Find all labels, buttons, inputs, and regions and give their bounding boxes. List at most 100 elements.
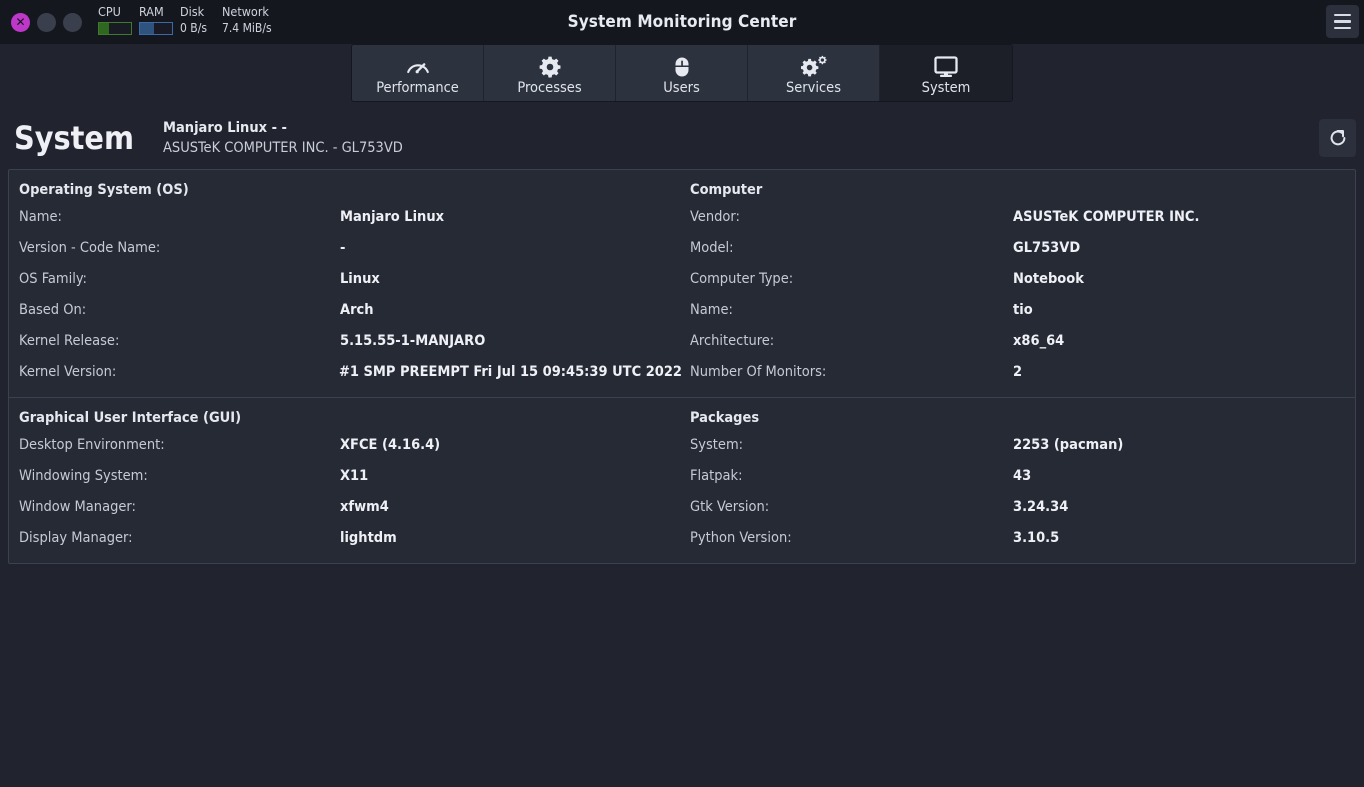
info-cell-left: Based On: Arch: [9, 301, 682, 319]
main-tabbar: Performance Processes Users Services Sys…: [351, 44, 1013, 102]
info-cell-right: Architecture: x86_64: [682, 332, 1355, 350]
info-value: 43: [1013, 467, 1032, 484]
disk-label: Disk: [180, 4, 205, 19]
info-cell-right: Python Version: 3.10.5: [682, 529, 1355, 547]
info-value: xfwm4: [340, 498, 389, 515]
info-value: 2253 (pacman): [1013, 436, 1124, 453]
info-key: Architecture:: [690, 332, 775, 349]
monitor-icon: [933, 55, 959, 79]
info-row: OS Family: Linux Computer Type: Notebook: [9, 263, 1355, 294]
tab-processes[interactable]: Processes: [484, 45, 616, 101]
info-cell-left: Display Manager: lightdm: [9, 529, 682, 547]
disk-monitor[interactable]: Disk 0 B/s: [180, 5, 222, 35]
info-key: OS Family:: [19, 270, 87, 287]
tab-performance[interactable]: Performance: [352, 45, 484, 101]
info-cell-left: Window Manager: xfwm4: [9, 498, 682, 516]
network-label: Network: [222, 4, 269, 19]
info-cell-right: System: 2253 (pacman): [682, 436, 1355, 454]
info-cell-left: Version - Code Name: -: [9, 239, 682, 257]
tab-performance-label: Performance: [376, 79, 459, 96]
info-value: Manjaro Linux: [340, 208, 445, 225]
info-row: Version - Code Name: - Model: GL753VD: [9, 232, 1355, 263]
info-row: Display Manager: lightdm Python Version: 3.…: [9, 522, 1355, 553]
minimize-button[interactable]: [37, 12, 56, 32]
cpu-monitor[interactable]: CPU: [98, 5, 139, 35]
tab-processes-label: Processes: [517, 79, 582, 96]
info-group-headings: Graphical User Interface (GUI) Packages: [9, 398, 1355, 429]
info-key: Kernel Release:: [19, 332, 120, 349]
tab-services[interactable]: Services: [748, 45, 880, 101]
info-key: Computer Type:: [690, 270, 794, 287]
two-gears-icon: [800, 55, 827, 79]
info-key: Windowing System:: [19, 467, 148, 484]
speedometer-icon: [405, 55, 431, 79]
page-subtitle: Manjaro Linux - - ASUSTeK COMPUTER INC. …: [163, 118, 403, 158]
info-groups: Operating System (OS) Computer Name: Manjar…: [9, 170, 1355, 563]
info-cell-right: Model: GL753VD: [682, 239, 1355, 257]
info-group-heading-left: Graphical User Interface (GUI): [19, 410, 242, 426]
info-rows: Name: Manjaro Linux Vendor: ASUSTeK COMPUTE…: [9, 201, 1355, 397]
cpu-label: CPU: [98, 4, 121, 19]
info-value: #1 SMP PREEMPT Fri Jul 15 09:45:39 UTC 2…: [338, 363, 682, 380]
info-value: 3.10.5: [1013, 529, 1060, 546]
info-cell-right: Name: tio: [682, 301, 1355, 319]
info-rows: Desktop Environment: XFCE (4.16.4) System:…: [9, 429, 1355, 563]
network-monitor[interactable]: Network 7.4 MiB/s: [222, 5, 292, 35]
info-value: Notebook: [1013, 270, 1084, 287]
info-key: Based On:: [19, 301, 87, 318]
info-value: Arch: [340, 301, 374, 318]
info-key: Name:: [19, 208, 62, 225]
info-key: Gtk Version:: [690, 498, 770, 515]
info-key: Desktop Environment:: [19, 436, 165, 453]
info-cell-right: Vendor: ASUSTeK COMPUTER INC.: [682, 208, 1355, 226]
info-cell-right: Gtk Version: 3.24.34: [682, 498, 1355, 516]
info-cell-left: Kernel Release: 5.15.55-1-MANJARO: [9, 332, 682, 350]
info-group-heading-right: Packages: [690, 410, 760, 426]
info-value: GL753VD: [1013, 239, 1081, 256]
window-titlebar: ✕ CPU RAM Disk 0 B/s Network 7.4 MiB/s S…: [0, 0, 1364, 44]
info-value: x86_64: [1013, 332, 1065, 349]
info-value: tio: [1013, 301, 1033, 318]
disk-value: 0 B/s: [180, 21, 207, 35]
maximize-button[interactable]: [63, 12, 82, 32]
page-header: System Manjaro Linux - - ASUSTeK COMPUTE…: [0, 107, 1364, 169]
info-row: Kernel Release: 5.15.55-1-MANJARO Architec…: [9, 325, 1355, 356]
info-key: Name:: [690, 301, 733, 318]
tab-users-label: Users: [663, 79, 700, 96]
main-tabbar-wrapper: Performance Processes Users Services Sys…: [0, 44, 1364, 107]
info-key: Number Of Monitors:: [690, 363, 827, 380]
cpu-usage-fill: [99, 23, 109, 34]
info-group: Operating System (OS) Computer Name: Manjar…: [9, 170, 1355, 397]
network-value: 7.4 MiB/s: [222, 21, 272, 35]
info-cell-right: Number Of Monitors: 2: [682, 363, 1355, 381]
info-key: Vendor:: [690, 208, 740, 225]
info-cell-left: Name: Manjaro Linux: [9, 208, 682, 226]
ram-usage-fill: [140, 23, 155, 34]
info-key: Version - Code Name:: [19, 239, 161, 256]
refresh-button[interactable]: [1319, 119, 1356, 157]
ram-monitor[interactable]: RAM: [139, 5, 180, 35]
window-controls: ✕: [0, 12, 82, 32]
info-group-heading-left: Operating System (OS): [19, 182, 189, 198]
hamburger-menu-icon[interactable]: [1326, 5, 1359, 38]
close-button[interactable]: ✕: [11, 12, 30, 32]
info-cell-left: OS Family: Linux: [9, 270, 682, 288]
tab-services-label: Services: [785, 79, 841, 96]
info-value: -: [340, 239, 346, 256]
titlebar-monitor-strip: CPU RAM Disk 0 B/s Network 7.4 MiB/s: [82, 0, 292, 44]
tab-users[interactable]: Users: [616, 45, 748, 101]
info-key: Flatpak:: [690, 467, 743, 484]
gear-icon: [538, 55, 562, 79]
info-row: Kernel Version: #1 SMP PREEMPT Fri Jul 15…: [9, 356, 1355, 387]
info-row: Window Manager: xfwm4 Gtk Version: 3.24.34: [9, 491, 1355, 522]
info-value: Linux: [340, 270, 380, 287]
info-group-headings: Operating System (OS) Computer: [9, 170, 1355, 201]
info-value: lightdm: [340, 529, 397, 546]
tab-system[interactable]: System: [880, 45, 1012, 101]
info-cell-left: Kernel Version: #1 SMP PREEMPT Fri Jul 15…: [9, 363, 682, 381]
info-value: 3.24.34: [1013, 498, 1069, 515]
ram-label: RAM: [139, 4, 164, 19]
tab-system-label: System: [921, 79, 971, 96]
info-value: 5.15.55-1-MANJARO: [340, 332, 486, 349]
refresh-icon: [1330, 130, 1345, 146]
